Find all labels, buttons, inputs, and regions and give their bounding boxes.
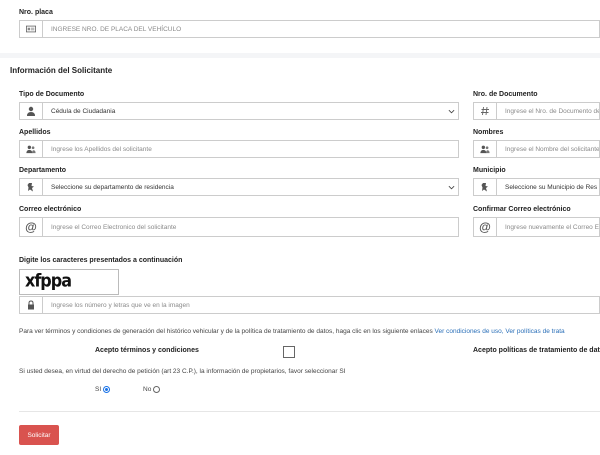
owners-no-label: No (143, 386, 152, 393)
captcha-input[interactable]: Ingrese los número y letras que ve en la… (43, 297, 599, 313)
department-select[interactable]: Seleccione su departamento de residencia (19, 178, 459, 196)
map-pin-icon (474, 179, 497, 195)
applicant-card: Información del Solicitante Tipo de Docu… (0, 58, 600, 455)
doc-number-input[interactable]: Ingrese el Nro. de Documento de (497, 103, 599, 119)
data-policy-link[interactable]: Ver políticas de trata (505, 328, 564, 335)
owners-question: Si usted desea, en virtud del derecho de… (19, 368, 346, 375)
divider (19, 411, 600, 412)
plate-field[interactable]: INGRESE NRO. DE PLACA DEL VEHÍCULO (19, 20, 600, 38)
accept-policy-label: Acepto políticas de tratamiento de dat (473, 347, 600, 354)
terms-text-line: Para ver términos y condiciones de gener… (19, 328, 565, 335)
email-label: Correo electrónico (19, 206, 82, 213)
municipality-value: Seleccione su Municipio de Res (505, 183, 598, 191)
chevron-down-icon[interactable] (444, 103, 458, 119)
surnames-label: Apellidos (19, 129, 51, 136)
accept-terms-checkbox[interactable] (283, 346, 295, 358)
surnames-field[interactable]: Ingrese los Apellidos del solicitante (19, 140, 459, 158)
submit-button[interactable]: Solicitar (19, 425, 59, 445)
doc-number-field[interactable]: Ingrese el Nro. de Documento de (473, 102, 600, 120)
lock-icon (20, 297, 43, 313)
doc-type-label: Tipo de Documento (19, 91, 85, 98)
plate-card: Nro. placa INGRESE NRO. DE PLACA DEL VEH… (0, 0, 600, 53)
id-card-icon (20, 21, 43, 37)
users-icon (20, 141, 43, 157)
surnames-input[interactable]: Ingrese los Apellidos del solicitante (43, 141, 458, 157)
email-confirm-input[interactable]: Ingrese nuevamente el Correo E (497, 218, 599, 236)
users-icon (474, 141, 497, 157)
captcha-code: xfppa (25, 270, 72, 291)
email-confirm-field[interactable]: @ Ingrese nuevamente el Correo E (473, 217, 600, 237)
captcha-label: Digite los caracteres presentados a cont… (19, 257, 183, 264)
email-confirm-label: Confirmar Correo electrónico (473, 206, 571, 213)
captcha-field[interactable]: Ingrese los número y letras que ve en la… (19, 296, 600, 314)
owners-yes-radio[interactable] (103, 386, 110, 393)
names-input[interactable]: Ingrese el Nombre del solicitante (497, 141, 599, 157)
captcha-image: xfppa (19, 269, 119, 295)
plate-input[interactable]: INGRESE NRO. DE PLACA DEL VEHÍCULO (43, 21, 599, 37)
accept-terms-label: Acepto términos y condiciones (95, 347, 199, 354)
doc-number-label: Nro. de Documento (473, 91, 538, 98)
names-field[interactable]: Ingrese el Nombre del solicitante (473, 140, 600, 158)
user-icon (20, 103, 43, 119)
owners-no-radio[interactable] (153, 386, 160, 393)
terms-conditions-link[interactable]: Ver condiciones de uso, (435, 328, 504, 335)
map-pin-icon (20, 179, 43, 195)
hash-icon (474, 103, 497, 119)
department-label: Departamento (19, 167, 67, 174)
terms-text: Para ver términos y condiciones de gener… (19, 328, 433, 335)
department-value: Seleccione su departamento de residencia (51, 183, 174, 191)
email-field[interactable]: @ Ingrese el Correo Electronico del soli… (19, 217, 459, 237)
doc-type-select[interactable]: Cédula de Ciudadania (19, 102, 459, 120)
names-label: Nombres (473, 129, 504, 136)
municipality-label: Municipio (473, 167, 506, 174)
doc-type-value: Cédula de Ciudadania (51, 107, 116, 115)
chevron-down-icon[interactable] (444, 179, 458, 195)
at-icon: @ (474, 218, 497, 236)
plate-label: Nro. placa (19, 9, 53, 16)
email-input[interactable]: Ingrese el Correo Electronico del solici… (43, 218, 458, 236)
owners-yes-label: SI (95, 386, 102, 393)
at-icon: @ (20, 218, 43, 236)
municipality-select[interactable]: Seleccione su Municipio de Res (473, 178, 600, 196)
section-title: Información del Solicitante (10, 66, 113, 75)
